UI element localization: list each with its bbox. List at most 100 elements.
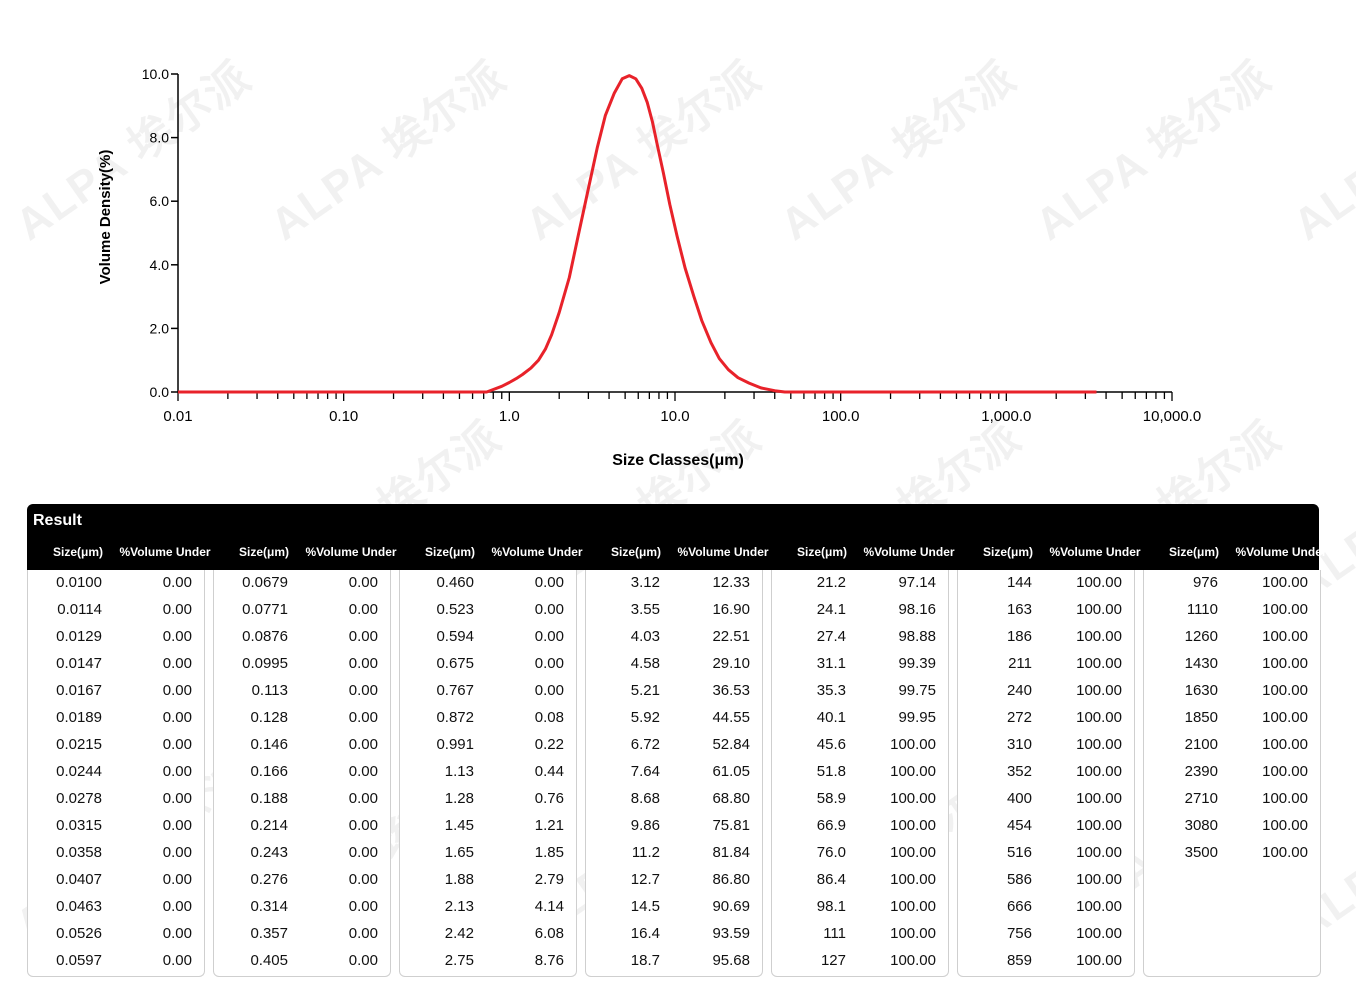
table-row: 1.45 1.21 xyxy=(400,817,576,844)
size-cell: 9.86 xyxy=(630,817,660,834)
volume-under-cell: 0.00 xyxy=(162,736,192,753)
volume-under-cell: 100.00 xyxy=(1076,601,1122,618)
size-cell: 0.243 xyxy=(250,844,288,861)
volume-under-cell: 100.00 xyxy=(1262,790,1308,807)
volume-under-cell: 93.59 xyxy=(712,925,750,942)
table-row: 27.4 98.88 xyxy=(772,628,948,655)
size-cell: 3080 xyxy=(1184,817,1218,834)
size-cell: 272 xyxy=(1006,709,1032,726)
table-row: 0.214 0.00 xyxy=(214,817,390,844)
volume-under-cell: 0.00 xyxy=(162,925,192,942)
volume-under-cell: 29.10 xyxy=(712,655,750,672)
volume-under-cell: 100.00 xyxy=(1262,601,1308,618)
table-row: 31.1 99.39 xyxy=(772,655,948,682)
result-column: 976 100.00 1110 100.00 1260 100.00 1430 100.00 1… xyxy=(1143,570,1321,977)
table-row: 0.0526 0.00 xyxy=(28,925,204,952)
volume-under-cell: 0.00 xyxy=(348,790,378,807)
volume-under-cell: 0.00 xyxy=(162,574,192,591)
volume-under-cell: 0.00 xyxy=(348,655,378,672)
size-cell: 0.0463 xyxy=(56,898,102,915)
volume-under-cell: 0.22 xyxy=(534,736,564,753)
size-cell: 0.188 xyxy=(250,790,288,807)
volume-under-cell: 1.21 xyxy=(534,817,564,834)
size-cell: 0.0358 xyxy=(56,844,102,861)
size-cell: 86.4 xyxy=(816,871,846,888)
volume-under-cell: 16.90 xyxy=(712,601,750,618)
size-cell: 16.4 xyxy=(630,925,660,942)
size-cell: 0.0995 xyxy=(242,655,288,672)
table-row: 0.0876 0.00 xyxy=(214,628,390,655)
size-cell: 0.0100 xyxy=(56,574,102,591)
table-row: 352 100.00 xyxy=(958,763,1134,790)
size-cell: 1.13 xyxy=(444,763,474,780)
volume-under-cell: 12.33 xyxy=(712,574,750,591)
volume-under-cell: 100.00 xyxy=(1076,736,1122,753)
table-row: 1.65 1.85 xyxy=(400,844,576,871)
table-row: 211 100.00 xyxy=(958,655,1134,682)
volume-under-column-header: %Volume Under xyxy=(863,545,955,559)
volume-under-cell: 0.00 xyxy=(348,763,378,780)
size-cell: 352 xyxy=(1006,763,1032,780)
size-cell: 454 xyxy=(1006,817,1032,834)
volume-under-cell: 0.00 xyxy=(348,574,378,591)
volume-under-cell: 6.08 xyxy=(534,925,564,942)
table-row: 1110 100.00 xyxy=(1144,601,1320,628)
size-cell: 21.2 xyxy=(816,574,846,591)
x-tick-label: 1,000.0 xyxy=(981,408,1031,425)
volume-under-cell: 100.00 xyxy=(1076,655,1122,672)
volume-under-cell: 0.00 xyxy=(162,628,192,645)
size-cell: 0.460 xyxy=(436,574,474,591)
table-row: 586 100.00 xyxy=(958,871,1134,898)
result-column: 0.0679 0.00 0.0771 0.00 0.0876 0.00 0.0995 0.00… xyxy=(213,570,391,977)
volume-under-cell: 0.00 xyxy=(162,682,192,699)
volume-under-cell: 0.00 xyxy=(348,952,378,969)
volume-under-cell: 0.00 xyxy=(348,844,378,861)
size-cell: 14.5 xyxy=(630,898,660,915)
table-row: 0.675 0.00 xyxy=(400,655,576,682)
table-row: 666 100.00 xyxy=(958,898,1134,925)
volume-under-cell: 0.00 xyxy=(162,601,192,618)
volume-under-cell: 81.84 xyxy=(712,844,750,861)
table-row: 272 100.00 xyxy=(958,709,1134,736)
table-row: 24.1 98.16 xyxy=(772,601,948,628)
size-cell: 144 xyxy=(1006,574,1032,591)
size-cell: 240 xyxy=(1006,682,1032,699)
table-row: 756 100.00 xyxy=(958,925,1134,952)
table-row: 163 100.00 xyxy=(958,601,1134,628)
table-row: 1.28 0.76 xyxy=(400,790,576,817)
table-row: 0.0315 0.00 xyxy=(28,817,204,844)
volume-under-cell: 100.00 xyxy=(1076,628,1122,645)
size-cell: 111 xyxy=(823,925,846,942)
table-row: 7.64 61.05 xyxy=(586,763,762,790)
size-cell: 0.0876 xyxy=(242,628,288,645)
table-row: 1850 100.00 xyxy=(1144,709,1320,736)
volume-under-cell: 100.00 xyxy=(1076,952,1122,969)
table-row: 35.3 99.75 xyxy=(772,682,948,709)
size-cell: 0.991 xyxy=(436,736,474,753)
volume-under-cell: 0.00 xyxy=(348,682,378,699)
volume-under-cell: 75.81 xyxy=(712,817,750,834)
table-row: 0.276 0.00 xyxy=(214,871,390,898)
volume-under-cell: 100.00 xyxy=(1262,736,1308,753)
table-row: 0.0100 0.00 xyxy=(28,574,204,601)
volume-under-cell: 100.00 xyxy=(1262,655,1308,672)
result-column: 0.0100 0.00 0.0114 0.00 0.0129 0.00 0.0147 0.00… xyxy=(27,570,205,977)
table-row: 0.0995 0.00 xyxy=(214,655,390,682)
volume-under-cell: 100.00 xyxy=(890,898,936,915)
volume-under-cell: 0.44 xyxy=(534,763,564,780)
series-line-volume-density xyxy=(178,74,1097,394)
size-cell: 1110 xyxy=(1186,601,1218,618)
volume-under-cell: 100.00 xyxy=(1076,871,1122,888)
table-row: 186 100.00 xyxy=(958,628,1134,655)
size-cell: 6.72 xyxy=(630,736,660,753)
volume-under-cell: 0.00 xyxy=(534,574,564,591)
table-row: 0.460 0.00 xyxy=(400,574,576,601)
size-cell: 310 xyxy=(1006,736,1032,753)
size-cell: 4.03 xyxy=(630,628,660,645)
volume-under-cell: 0.00 xyxy=(348,628,378,645)
result-column: 3.12 12.33 3.55 16.90 4.03 22.51 4.58 29.10 5.21… xyxy=(585,570,763,977)
size-cell: 0.0526 xyxy=(56,925,102,942)
size-cell: 76.0 xyxy=(816,844,846,861)
size-cell: 0.166 xyxy=(250,763,288,780)
size-cell: 163 xyxy=(1006,601,1032,618)
